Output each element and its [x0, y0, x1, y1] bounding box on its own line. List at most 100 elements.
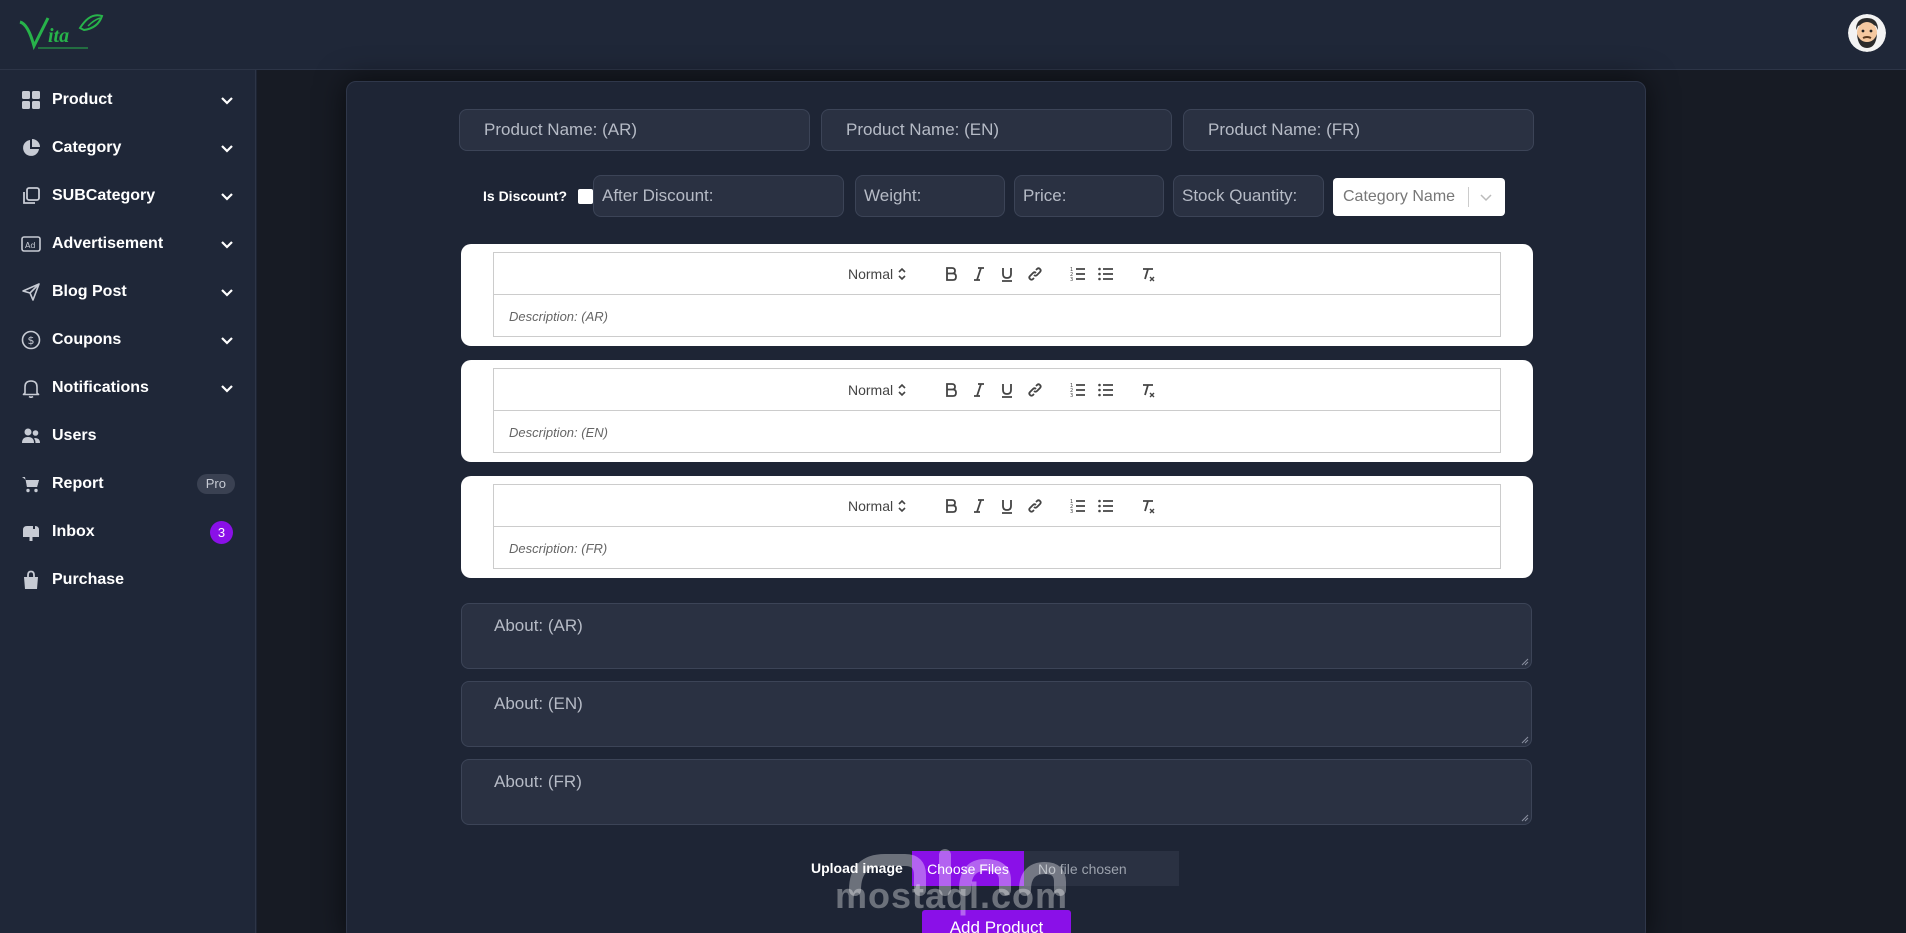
sidebar-item-advertisement[interactable]: Ad Advertisement: [0, 220, 255, 268]
bold-icon[interactable]: [942, 495, 960, 517]
ordered-list-icon[interactable]: 123: [1069, 379, 1087, 401]
product-name-en-input[interactable]: Product Name: (EN): [821, 109, 1172, 151]
bullet-list-icon[interactable]: [1097, 495, 1115, 517]
description-ar-editor: Normal 123 Description: (AR): [493, 252, 1501, 337]
underline-icon[interactable]: [998, 379, 1016, 401]
format-select[interactable]: Normal: [848, 495, 907, 517]
sidebar-item-notifications[interactable]: Notifications: [0, 364, 255, 412]
about-ar-placeholder: About: (AR): [494, 616, 583, 635]
format-select-value: Normal: [848, 382, 894, 398]
sidebar-item-users[interactable]: Users: [0, 412, 255, 460]
category-select-value: Category Name: [1343, 188, 1456, 205]
sidebar-item-category[interactable]: Category: [0, 124, 255, 172]
category-select[interactable]: Category Name: [1333, 178, 1505, 216]
bullet-list-icon[interactable]: [1097, 263, 1115, 285]
resize-handle-icon[interactable]: [1520, 735, 1529, 744]
sidebar-item-label: Category: [52, 139, 122, 156]
chevron-down-icon: [221, 97, 233, 105]
clear-format-icon[interactable]: [1139, 379, 1157, 401]
dollar-circle-icon: $: [20, 329, 42, 351]
product-name-fr-input[interactable]: Product Name: (FR): [1183, 109, 1534, 151]
product-name-ar-input[interactable]: Product Name: (AR): [459, 109, 810, 151]
pro-badge: Pro: [196, 474, 235, 494]
weight-input[interactable]: Weight:: [855, 175, 1005, 217]
resize-handle-icon[interactable]: [1520, 813, 1529, 822]
description-en-editor: Normal 123 Description: (EN): [493, 368, 1501, 453]
sidebar-item-coupons[interactable]: $ Coupons: [0, 316, 255, 364]
sidebar-item-blog-post[interactable]: Blog Post: [0, 268, 255, 316]
sidebar-item-label: Report: [52, 475, 104, 492]
link-icon[interactable]: [1026, 495, 1044, 517]
updown-icon: [898, 499, 906, 513]
description-fr-editor-card: Normal 123 Description: (FR): [461, 476, 1533, 578]
user-avatar[interactable]: [1848, 14, 1886, 52]
bullet-list-icon[interactable]: [1097, 379, 1115, 401]
editor-toolbar: Normal 123: [494, 485, 1500, 527]
chevron-down-icon: [221, 289, 233, 297]
sidebar-item-label: Blog Post: [52, 283, 127, 300]
sidebar-item-label: Advertisement: [52, 235, 164, 252]
editor-placeholder[interactable]: Description: (FR): [494, 527, 1500, 570]
after-discount-input[interactable]: After Discount:: [593, 175, 844, 217]
link-icon[interactable]: [1026, 379, 1044, 401]
about-en-placeholder: About: (EN): [494, 694, 583, 713]
italic-icon[interactable]: [970, 379, 988, 401]
svg-text:$: $: [28, 334, 35, 347]
ordered-list-icon[interactable]: 123: [1069, 263, 1087, 285]
underline-icon[interactable]: [998, 495, 1016, 517]
ad-icon: Ad: [20, 233, 42, 255]
sidebar-item-purchase[interactable]: Purchase: [0, 556, 255, 604]
top-bar: ita: [0, 0, 1906, 70]
choose-files-button[interactable]: Choose Files: [912, 851, 1024, 886]
ordered-list-icon[interactable]: 123: [1069, 495, 1087, 517]
copy-icon: [20, 185, 42, 207]
bold-icon[interactable]: [942, 379, 960, 401]
editor-placeholder[interactable]: Description: (EN): [494, 411, 1500, 454]
chevron-down-icon: [221, 385, 233, 393]
sidebar: Product Category SUBCategory Ad Advertis…: [0, 70, 256, 933]
bell-icon: [20, 377, 42, 399]
sidebar-item-product[interactable]: Product: [0, 76, 255, 124]
description-en-editor-card: Normal 123 Description: (EN): [461, 360, 1533, 462]
chevron-down-icon: [221, 241, 233, 249]
italic-icon[interactable]: [970, 495, 988, 517]
is-discount-checkbox[interactable]: [578, 188, 594, 204]
add-product-button[interactable]: Add Product: [922, 910, 1071, 933]
clear-format-icon[interactable]: [1139, 263, 1157, 285]
about-ar-textarea[interactable]: About: (AR): [461, 603, 1532, 669]
sidebar-item-report[interactable]: Report Pro: [0, 460, 255, 508]
resize-handle-icon[interactable]: [1520, 657, 1529, 666]
is-discount-field: Is Discount?: [483, 188, 594, 204]
link-icon[interactable]: [1026, 263, 1044, 285]
underline-icon[interactable]: [998, 263, 1016, 285]
about-en-textarea[interactable]: About: (EN): [461, 681, 1532, 747]
about-fr-textarea[interactable]: About: (FR): [461, 759, 1532, 825]
sidebar-item-label: SUBCategory: [52, 187, 156, 204]
italic-icon[interactable]: [970, 263, 988, 285]
cart-icon: [20, 473, 42, 495]
select-separator: [1468, 187, 1469, 207]
vita-logo[interactable]: ita: [18, 12, 108, 54]
no-file-chosen-text: No file chosen: [1024, 851, 1179, 886]
add-product-form: Product Name: (AR) Product Name: (EN) Pr…: [346, 81, 1646, 933]
main-content: Product Name: (AR) Product Name: (EN) Pr…: [257, 70, 1906, 933]
inbox-icon: [20, 521, 42, 543]
stock-quantity-input[interactable]: Stock Quantity:: [1173, 175, 1324, 217]
send-icon: [20, 281, 42, 303]
inbox-count-badge: 3: [210, 521, 233, 544]
format-select[interactable]: Normal: [848, 379, 907, 401]
editor-placeholder[interactable]: Description: (AR): [494, 295, 1500, 338]
sidebar-item-subcategory[interactable]: SUBCategory: [0, 172, 255, 220]
about-fr-placeholder: About: (FR): [494, 772, 582, 791]
sidebar-item-inbox[interactable]: Inbox 3: [0, 508, 255, 556]
updown-icon: [898, 383, 906, 397]
price-input[interactable]: Price:: [1014, 175, 1164, 217]
bold-icon[interactable]: [942, 263, 960, 285]
sidebar-item-label: Notifications: [52, 379, 149, 396]
format-select[interactable]: Normal: [848, 263, 907, 285]
svg-text:ita: ita: [48, 25, 69, 47]
users-icon: [20, 425, 42, 447]
clear-format-icon[interactable]: [1139, 495, 1157, 517]
format-select-value: Normal: [848, 498, 894, 514]
description-fr-editor: Normal 123 Description: (FR): [493, 484, 1501, 569]
